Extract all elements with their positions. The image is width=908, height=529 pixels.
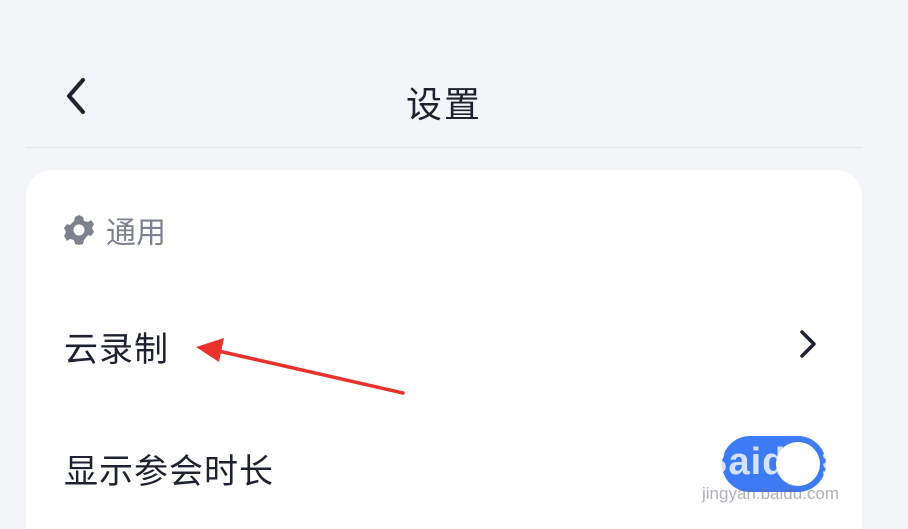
settings-card: 通用 云录制 显示参会时长 — [26, 170, 862, 529]
cloud-recording-row[interactable]: 云录制 — [26, 298, 862, 388]
gear-icon — [64, 215, 94, 245]
toggle-knob — [776, 442, 820, 486]
settings-page: 设置 通用 云录制 显示参会时长 Baidu 经验 jingyan.baidu.… — [0, 0, 908, 529]
meeting-duration-toggle[interactable] — [722, 436, 826, 492]
nav-bar: 设置 — [0, 0, 908, 148]
section-header: 通用 — [62, 208, 166, 252]
row-label-cloud-recording: 云录制 — [64, 330, 169, 370]
chevron-right-icon — [800, 330, 816, 358]
section-label: 通用 — [106, 216, 166, 251]
page-title: 设置 — [405, 85, 482, 126]
row-label-show-meeting-duration: 显示参会时长 — [64, 452, 274, 492]
header-divider — [26, 147, 862, 148]
